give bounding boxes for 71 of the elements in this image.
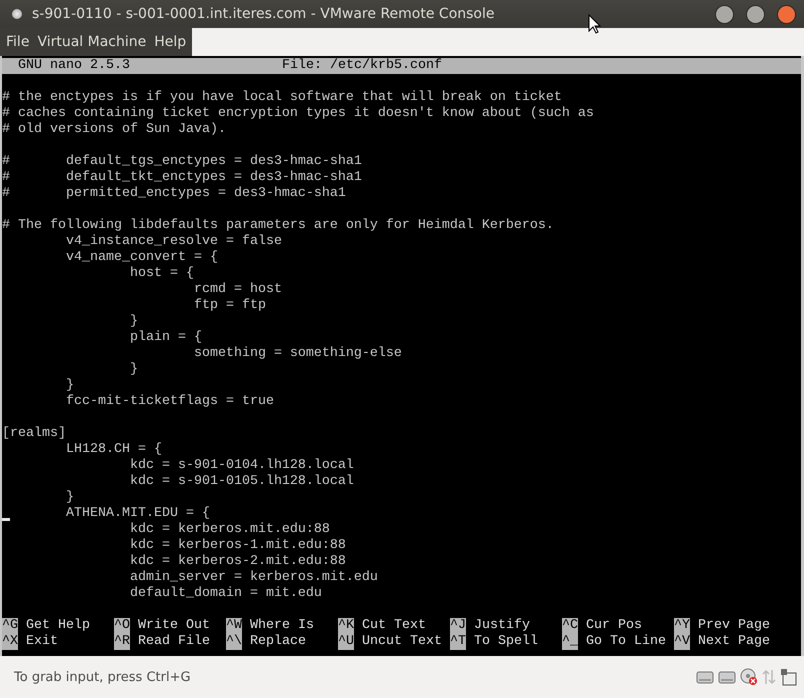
code-line: rcmd = host [192,282,282,297]
code-line: # default_tgs_enctypes = des3-hmac-sha1 [2,154,362,169]
shortcut-label: Exit [26,634,58,650]
code-line: v4_instance_resolve = false [64,234,282,249]
code-line: host = { [128,266,194,281]
mouse-pointer-icon [588,14,602,34]
status-text: To grab input, press Ctrl+G [14,670,192,684]
shortcut-label: Justify [474,618,530,634]
code-line: # permitted_enctypes = des3-hmac-sha1 [2,186,346,201]
code-line: } [128,362,138,377]
code-line: } [64,490,74,505]
code-line: } [128,314,138,329]
shortcut-key: ^G [2,618,18,634]
shortcut-key: ^\ [226,634,242,650]
shortcut-label: Cut Text [362,618,426,634]
maximize-button[interactable] [746,4,765,24]
close-button[interactable] [777,4,796,24]
menu-item[interactable]: Help [150,34,190,50]
code-line: } [64,378,74,393]
code-line: # The following libdefaults parameters are only for Heimdal Kerberos. [2,218,554,233]
code-line: [realms] [2,426,66,441]
code-line: v4_name_convert = { [64,250,218,265]
shortcut-key: ^J [450,618,466,634]
code-line: kdc = s-901-0104.lh128.local [128,458,354,473]
shortcut-label: Go To Line [586,634,666,650]
window-title: s-901-0110 - s-001-0001.int.iteres.com - VMware Remote Console [32,6,496,22]
shortcut-key: ^O [114,618,130,634]
shortcut-label: Read File [138,634,210,650]
code-line: fcc-mit-ticketflags = true [64,394,274,409]
app-icon [12,9,22,19]
menu-item[interactable]: Virtual Machine [33,34,150,50]
code-line: default_domain = mit.edu [128,586,322,601]
shortcut-key: ^Y [674,618,690,634]
shortcut-key: ^W [226,618,242,634]
code-line: kdc = kerberos-2.mit.edu:88 [128,554,346,569]
shortcut-label: Where Is [250,618,314,634]
code-line: # old versions of Sun Java). [2,122,226,137]
shortcut-label: Uncut Text [362,634,442,650]
shortcut-key: ^X [2,634,18,650]
code-line: LH128.CH = { [64,442,162,457]
code-line: something = something-else [192,346,402,361]
editor-version: GNU nano 2.5.3 [18,58,131,74]
code-line: kdc = kerberos-1.mit.edu:88 [128,538,346,553]
menu-item[interactable]: File [2,34,34,50]
shortcut-key: ^V [674,634,690,650]
shortcut-label: Replace [250,634,306,650]
code-line: # caches containing ticket encryption types it doesn't know about (such as [2,106,594,121]
shortcut-label: Get Help [26,618,90,634]
shortcut-key: ^_ [562,634,578,650]
disc-icon[interactable] [740,668,758,686]
shortcut-label: To Spell [474,634,538,650]
code-line: kdc = kerberos.mit.edu:88 [128,522,330,537]
minimize-button[interactable] [715,4,734,24]
shortcut-key: ^K [338,618,354,634]
usb-device-icon[interactable] [780,668,798,686]
shortcut-label: Write Out [138,618,210,634]
shortcut-label: Cur Pos [586,618,642,634]
code-line: kdc = s-901-0105.lh128.local [128,474,354,489]
code-line: ftp = ftp [192,298,266,313]
shortcut-key: ^C [562,618,578,634]
code-line: # the enctypes is if you have local software that will break on ticket [2,90,562,105]
shortcut-key: ^R [114,634,130,650]
shortcut-label: Prev Page [698,618,770,634]
code-line: ATHENA.MIT.EDU = { [64,506,210,521]
shortcut-label: Next Page [698,634,770,650]
shortcut-key: ^U [338,634,354,650]
code-line: # default_tkt_enctypes = des3-hmac-sha1 [2,170,362,185]
file-name: File: /etc/krb5.conf [282,58,442,74]
code-line: plain = { [128,330,202,345]
code-line: admin_server = kerberos.mit.edu [128,570,378,585]
shortcut-key: ^T [450,634,466,650]
